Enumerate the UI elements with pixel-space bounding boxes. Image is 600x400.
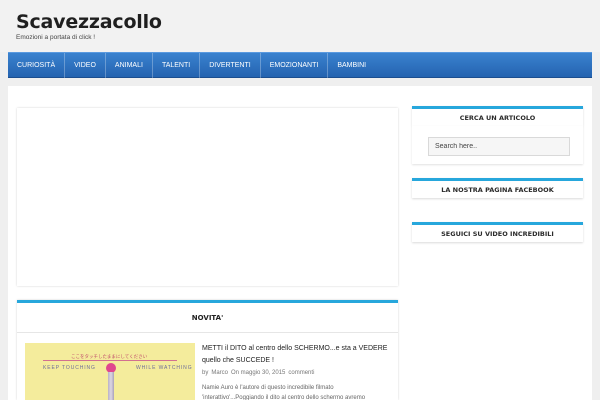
site-title[interactable]: Scavezzacollo — [16, 11, 162, 33]
nav-item-curiosita[interactable]: CURIOSITÀ — [8, 52, 66, 78]
post-thumbnail[interactable]: ここをタッチしたままにしてください KEEP TOUCHING WHILE WA… — [25, 343, 195, 400]
nav-item-video[interactable]: VIDEO — [65, 52, 106, 78]
post-date: On maggio 30, 2015 — [231, 370, 286, 376]
nav-item-bambini[interactable]: BAMBINI — [328, 53, 375, 78]
post-excerpt: Namie Auro è l'autore di questo incredib… — [202, 385, 366, 400]
thumbnail-left-text: KEEP TOUCHING — [43, 365, 96, 371]
novita-section: NOVITA' ここをタッチしたままにしてください KEEP TOUCHING … — [17, 300, 398, 400]
post-meta-by: by — [202, 370, 209, 376]
tower-shape — [108, 372, 114, 400]
search-input[interactable] — [428, 137, 570, 156]
thumbnail-right-text: WHILE WATCHING — [136, 365, 193, 371]
widget-title-facebook: LA NOSTRA PAGINA FACEBOOK — [412, 178, 583, 198]
main-nav: CURIOSITÀ VIDEO ANIMALI TALENTI DIVERTEN… — [8, 52, 592, 78]
post-title[interactable]: METTI il DITO al centro dello SCHERMO...… — [202, 343, 390, 367]
nav-item-animali[interactable]: ANIMALI — [106, 52, 153, 78]
ad-placeholder — [17, 108, 398, 286]
nav-item-emozionanti[interactable]: EMOZIONANTI — [261, 52, 329, 78]
post-author[interactable]: Marco — [211, 370, 228, 376]
section-title: NOVITA' — [17, 303, 398, 333]
post-meta: by Marco On maggio 30, 2015 commenti — [202, 370, 317, 376]
nav-item-divertenti[interactable]: DIVERTENTI — [200, 52, 261, 78]
thumbnail-divider — [43, 360, 177, 361]
site-tagline: Emozioni a portata di click ! — [16, 34, 96, 41]
nav-item-talenti[interactable]: TALENTI — [153, 52, 201, 78]
post-comments-link[interactable]: commenti — [288, 370, 314, 376]
widget-title-video: SEGUICI SU VIDEO INCREDIBILI — [412, 222, 583, 242]
widget-title-search: CERCA UN ARTICOLO — [412, 106, 583, 126]
site-header: Scavezzacollo Emozioni a portata di clic… — [0, 0, 600, 52]
search-widget — [412, 126, 583, 164]
